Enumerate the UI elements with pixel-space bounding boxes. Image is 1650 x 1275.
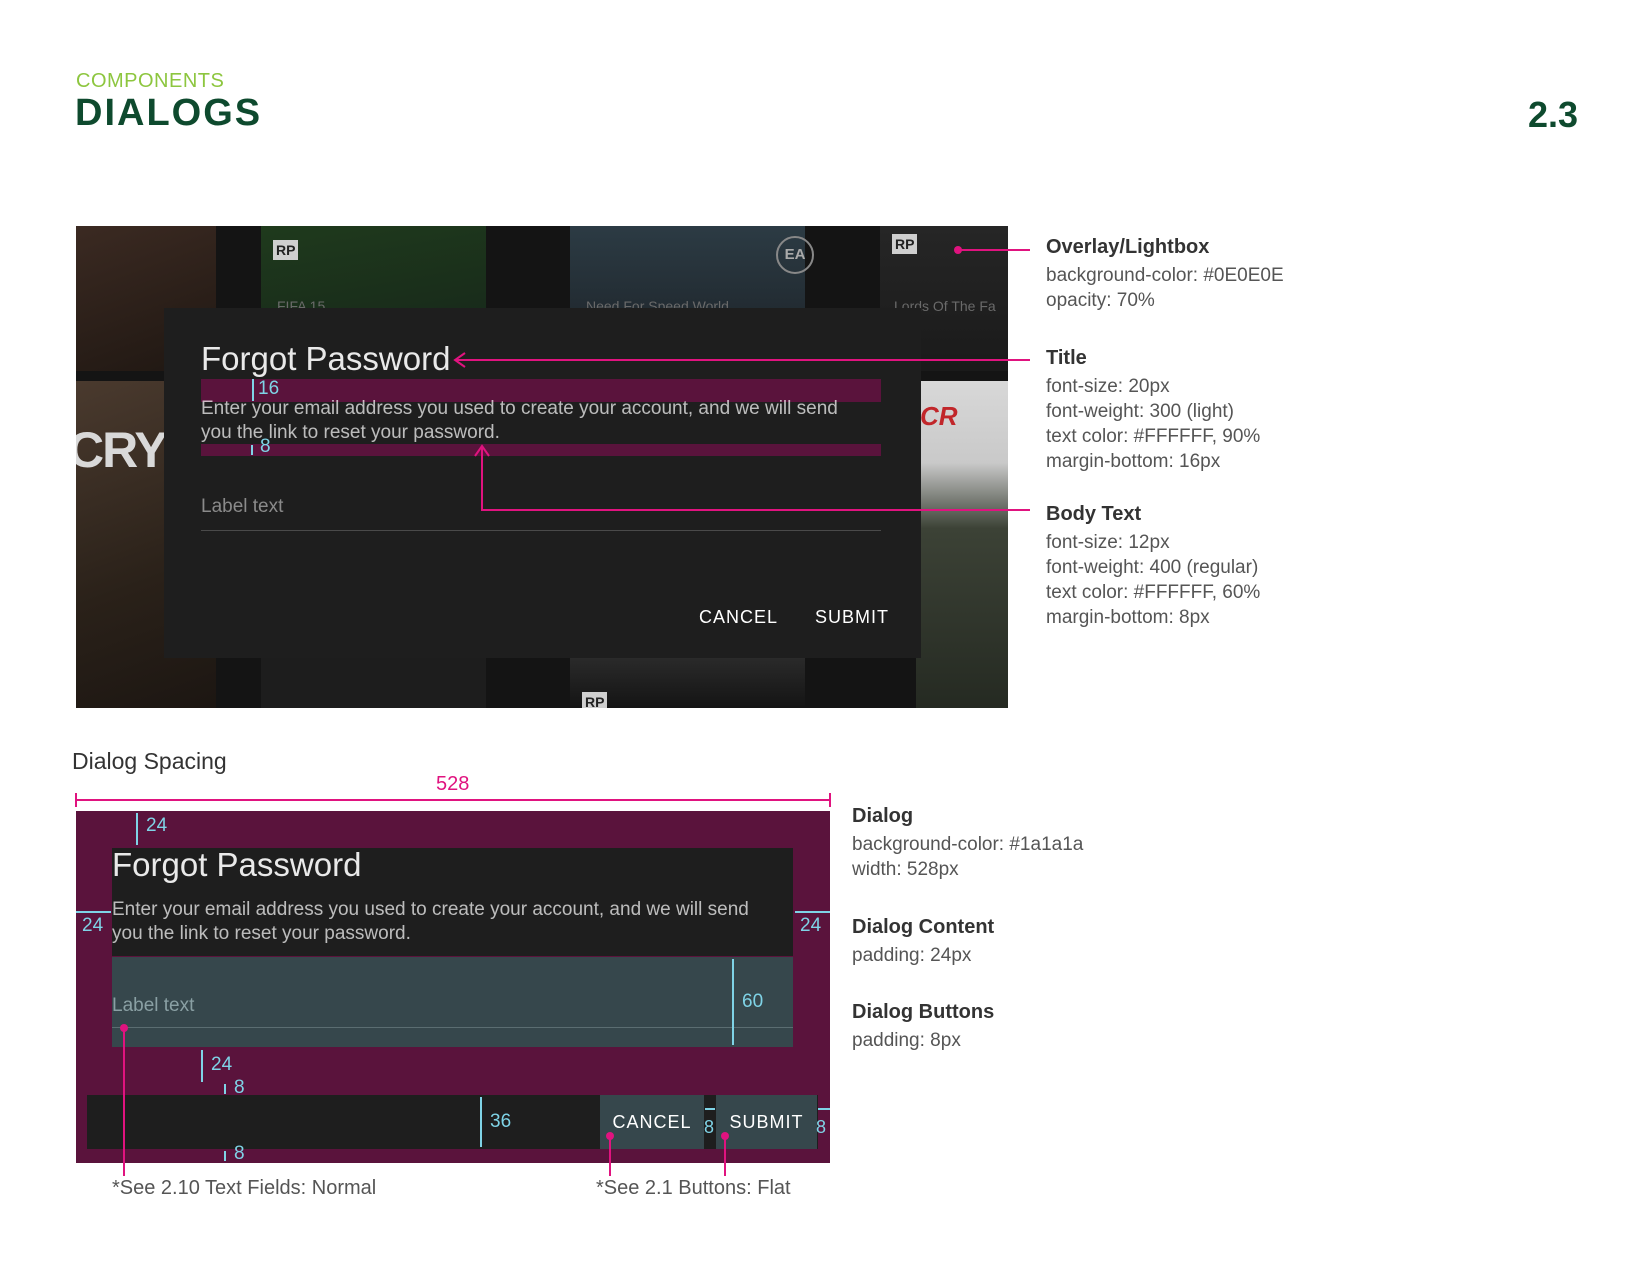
note-line: font-weight: 400 (regular) — [1046, 557, 1259, 578]
note-line: text color: #FFFFFF, 90% — [1046, 426, 1261, 447]
spacing-dialog-body-line2: you the link to reset your password. — [112, 923, 411, 944]
note-heading: Dialog — [852, 805, 914, 827]
note-title: Title font-size: 20px font-weight: 300 (… — [1046, 347, 1260, 474]
footnote-text-fields: *See 2.10 Text Fields: Normal — [112, 1177, 377, 1199]
note-line: opacity: 70% — [1046, 290, 1155, 311]
note-heading: Dialog Buttons — [852, 1001, 995, 1023]
measure-label: 24 — [146, 815, 168, 836]
spacing-dialog-body-line1: Enter your email address you used to cre… — [112, 899, 749, 920]
note-line: font-size: 12px — [1046, 532, 1170, 553]
measure-bar — [76, 911, 111, 913]
measure-label: 24 — [82, 915, 104, 936]
note-line: font-weight: 300 (light) — [1046, 401, 1234, 422]
note-overlay: Overlay/Lightbox background-color: #0E0E… — [1046, 236, 1284, 313]
note-heading: Title — [1046, 347, 1087, 369]
width-dimension-line — [76, 799, 830, 801]
measure-bar — [795, 911, 830, 913]
note-line: padding: 8px — [852, 1030, 961, 1051]
note-line: background-color: #0E0E0E — [1046, 265, 1284, 286]
footnote-buttons: *See 2.1 Buttons: Flat — [596, 1177, 791, 1199]
width-label: 528 — [436, 773, 470, 795]
note-line: margin-bottom: 16px — [1046, 451, 1221, 472]
note-line: margin-bottom: 8px — [1046, 607, 1210, 628]
note-line: width: 528px — [852, 859, 959, 880]
spacing-dialog-title: Forgot Password — [112, 846, 362, 883]
footnote-pointers — [120, 1024, 729, 1176]
width-dimension-tick — [829, 793, 831, 807]
note-body-text: Body Text font-size: 12px font-weight: 4… — [1046, 503, 1260, 630]
measure-label: 24 — [800, 915, 822, 936]
note-line: font-size: 20px — [1046, 376, 1170, 397]
note-line: background-color: #1a1a1a — [852, 834, 1084, 855]
note-heading: Overlay/Lightbox — [1046, 236, 1210, 258]
note-line: padding: 24px — [852, 945, 972, 966]
annotation-lines — [453, 246, 1030, 511]
width-dimension-tick — [75, 793, 77, 807]
note-dialog-content: Dialog Content padding: 24px — [852, 916, 994, 968]
note-heading: Dialog Content — [852, 916, 995, 938]
section-title: Dialog Spacing — [72, 748, 227, 774]
note-line: text color: #FFFFFF, 60% — [1046, 582, 1261, 603]
measure-bar — [136, 813, 138, 845]
note-dialog-buttons: Dialog Buttons padding: 8px — [852, 1001, 994, 1053]
content-block: Forgot Password Enter your email address… — [112, 846, 793, 956]
note-heading: Body Text — [1046, 503, 1142, 525]
note-dialog: Dialog background-color: #1a1a1a width: … — [852, 805, 1083, 882]
